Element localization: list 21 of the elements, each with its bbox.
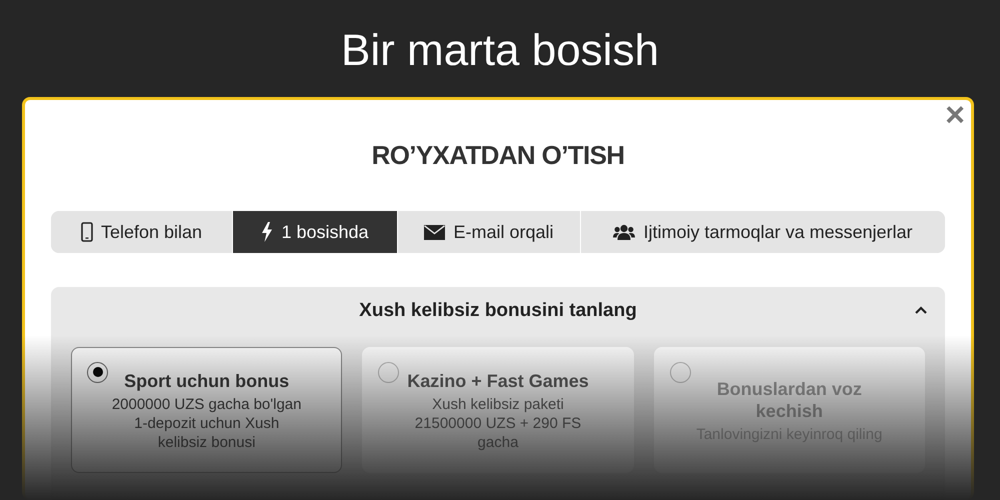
option-description: 2000000 UZS gacha bo'lgan 1-depozit uchun Xush kelibsiz bonusi: [110, 394, 302, 452]
modal-title: RO’YXATDAN O’TISH: [370, 139, 626, 172]
option-title: Sport uchun bonus: [124, 370, 290, 392]
tab[interactable]: 1 bosishda: [232, 211, 397, 253]
panel-title: Xush kelibsiz bonusini tanlang: [359, 299, 637, 323]
page-title: Bir marta bosish: [341, 29, 659, 77]
radio-button[interactable]: [670, 362, 691, 382]
lightning-icon: [261, 222, 274, 242]
option-title: Kazino + Fast Games: [407, 370, 589, 392]
envelope-icon: [424, 224, 446, 240]
radio-button[interactable]: [378, 362, 400, 382]
option-title: Bonuslardan voz kechish: [716, 378, 863, 422]
bonus-option-card[interactable]: Sport uchun bonus 2000000 UZS gacha bo'lgan 1-depozit uchun Xush kelibsiz bonusi: [71, 346, 342, 472]
radio-button[interactable]: [87, 362, 108, 382]
option-description: Xush kelibsiz paketi 21500000 UZS + 290 FS gacha: [414, 394, 582, 452]
tab[interactable]: Ijtimoiy tarmoqlar va messenjerlar: [580, 211, 945, 253]
phone-icon: [80, 222, 93, 242]
bonus-option-card[interactable]: Kazino + Fast Games Xush kelibsiz paketi 21500000 UZS + 290 FS gacha: [362, 346, 634, 472]
close-button[interactable]: ×: [945, 98, 965, 132]
chevron-icon[interactable]: [914, 305, 928, 315]
users-icon: [613, 224, 636, 240]
